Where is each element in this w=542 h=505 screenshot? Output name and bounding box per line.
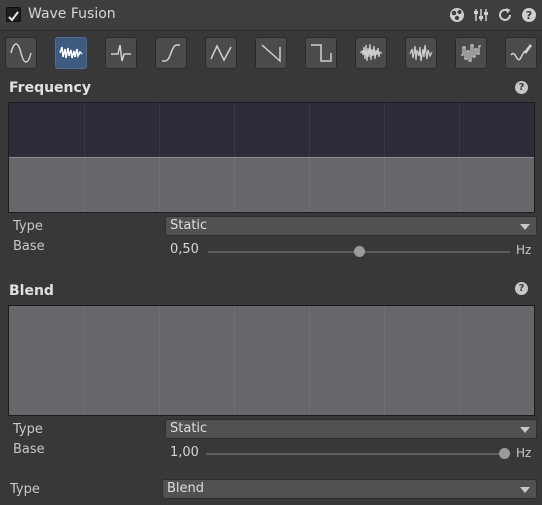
- wave-button-s-curve[interactable]: [155, 37, 187, 69]
- blend-unit-label: Hz: [516, 446, 532, 460]
- wave-button-sine[interactable]: [5, 37, 37, 69]
- wave-button-custom[interactable]: [505, 37, 537, 69]
- graph-grid-line: [234, 103, 235, 212]
- random-noise-icon: [359, 43, 383, 62]
- component-title: Wave Fusion: [28, 6, 116, 22]
- blend-section-title: Blend: [9, 283, 54, 299]
- frequency-type-dropdown[interactable]: Static: [165, 216, 537, 236]
- chevron-down-icon: [520, 224, 530, 230]
- frequency-type-value: Static: [170, 218, 208, 233]
- graph-grid-line: [84, 103, 85, 212]
- graph-background: [9, 103, 534, 157]
- help-icon[interactable]: ?: [520, 6, 538, 24]
- wave-button-noise[interactable]: [55, 37, 87, 69]
- noise-wave-icon: [59, 46, 83, 59]
- perlin-noise-icon: [409, 44, 433, 62]
- chevron-down-icon: [520, 427, 530, 433]
- sliders-icon[interactable]: [472, 6, 490, 24]
- graph-grid-line: [159, 103, 160, 212]
- blend-help-icon[interactable]: ?: [515, 282, 528, 295]
- wave-button-random[interactable]: [355, 37, 387, 69]
- frequency-base-slider-thumb[interactable]: [354, 246, 365, 257]
- wave-button-triangle[interactable]: [205, 37, 237, 69]
- svg-text:?: ?: [526, 9, 532, 22]
- footer-type-label: Type: [10, 482, 40, 497]
- graph-grid-line: [309, 306, 310, 415]
- sine-wave-icon: [10, 43, 32, 63]
- s-curve-wave-icon: [162, 44, 180, 62]
- triangle-wave-icon: [210, 44, 232, 62]
- blend-base-slider-track[interactable]: [206, 453, 510, 455]
- wave-button-square[interactable]: [305, 37, 337, 69]
- frequency-base-label: Base: [13, 239, 45, 254]
- graph-grid-line: [234, 306, 235, 415]
- footer-type-dropdown[interactable]: Blend: [162, 479, 537, 499]
- wave-button-stepped[interactable]: [455, 37, 487, 69]
- graph-grid-line: [459, 103, 460, 212]
- component-header: Wave Fusion ?: [0, 0, 542, 31]
- custom-curve-icon: [510, 44, 532, 61]
- blend-curve-graph[interactable]: [8, 305, 535, 416]
- square-wave-icon: [311, 44, 332, 62]
- chevron-down-icon: [520, 487, 530, 493]
- frequency-base-value[interactable]: 0,50: [170, 242, 199, 257]
- graph-grid-line: [384, 103, 385, 212]
- frequency-help-icon[interactable]: ?: [515, 81, 528, 94]
- blend-type-dropdown[interactable]: Static: [165, 419, 537, 439]
- graph-fill: [9, 306, 534, 415]
- checkmark-icon: [8, 11, 19, 22]
- preset-icon[interactable]: [448, 6, 466, 24]
- graph-grid-line: [159, 306, 160, 415]
- footer-type-value: Blend: [167, 481, 205, 496]
- graph-grid-line: [309, 103, 310, 212]
- frequency-unit-label: Hz: [516, 243, 532, 257]
- wave-button-perlin[interactable]: [405, 37, 437, 69]
- frequency-type-label: Type: [13, 219, 43, 234]
- frequency-section-title: Frequency: [9, 80, 91, 96]
- blend-base-label: Base: [13, 442, 45, 457]
- graph-grid-line: [384, 306, 385, 415]
- reset-icon[interactable]: [496, 6, 514, 24]
- stepped-noise-icon: [461, 44, 481, 62]
- graph-curve-line: [9, 157, 534, 158]
- blend-type-label: Type: [13, 422, 43, 437]
- frequency-curve-graph[interactable]: [8, 102, 535, 213]
- blend-base-value[interactable]: 1,00: [170, 445, 199, 460]
- wave-button-pulse[interactable]: [105, 37, 137, 69]
- pulse-wave-icon: [111, 44, 131, 62]
- enable-checkbox[interactable]: [6, 7, 21, 22]
- graph-grid-line: [84, 306, 85, 415]
- wave-button-sawtooth[interactable]: [255, 37, 287, 69]
- sawtooth-wave-icon: [261, 44, 281, 63]
- blend-base-slider-thumb[interactable]: [499, 448, 510, 459]
- graph-grid-line: [459, 306, 460, 415]
- blend-type-value: Static: [170, 421, 208, 436]
- graph-fill: [9, 157, 534, 212]
